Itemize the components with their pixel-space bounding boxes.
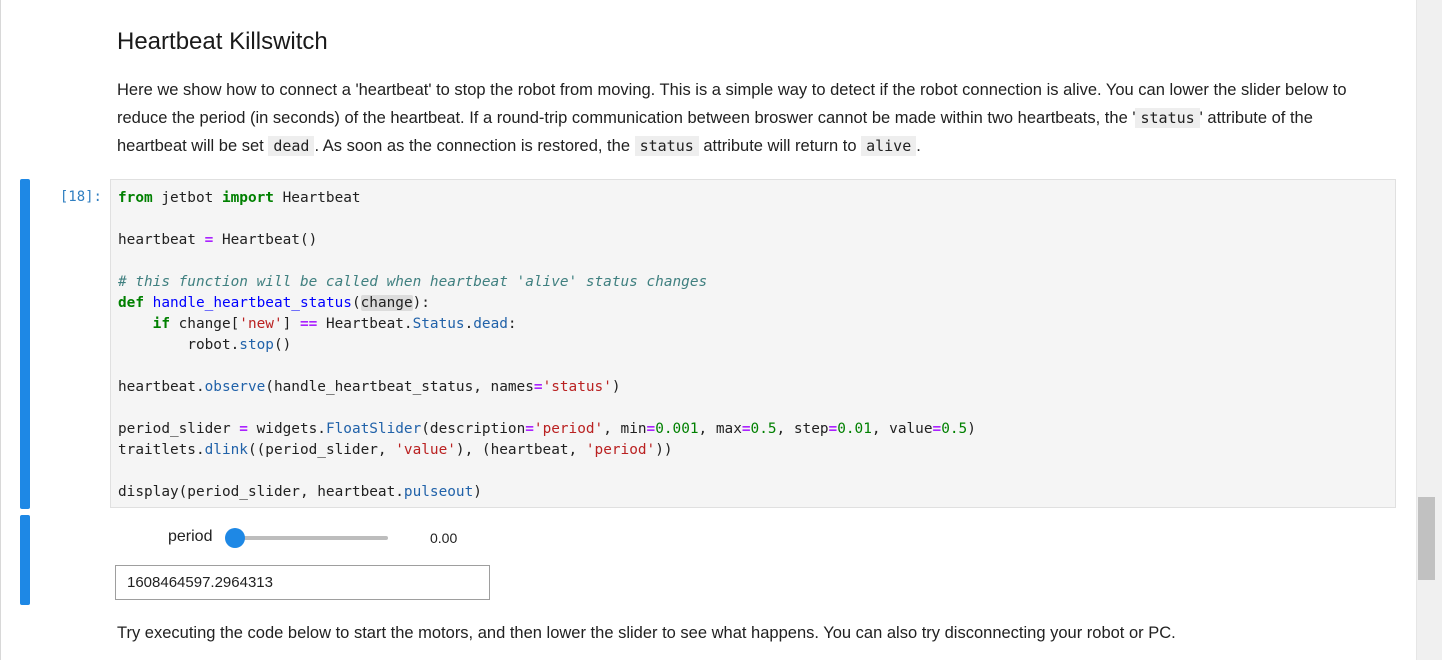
code-token: Heartbeat() <box>213 232 318 248</box>
code-token: change[ <box>169 316 240 332</box>
cell-execution-prompt: [18]: <box>59 189 102 205</box>
code-token: 0.5 <box>750 421 777 437</box>
code-token: heartbeat. <box>118 379 205 395</box>
code-token: ((period_slider, <box>247 442 396 458</box>
code-token: Status <box>412 316 465 332</box>
code-token: , step <box>776 421 829 437</box>
code-token: pulseout <box>403 484 474 500</box>
code-token: widgets. <box>247 421 326 437</box>
code-token: 'period' <box>585 442 656 458</box>
intro-text-3: . As soon as the connection is restored,… <box>314 137 635 155</box>
code-token: display(period_slider, heartbeat. <box>118 484 404 500</box>
code-content[interactable]: from jetbot import Heartbeat heartbeat =… <box>118 188 976 503</box>
slider-label: period <box>168 528 213 545</box>
code-token: ) <box>611 379 621 395</box>
code-token: ) <box>473 484 482 500</box>
code-token: (description <box>421 421 526 437</box>
code-token: () <box>273 337 292 353</box>
code-token: period_slider <box>118 421 240 437</box>
period-slider-handle[interactable] <box>225 528 245 548</box>
code-token: jetbot <box>152 190 222 206</box>
code-token: = <box>525 421 534 437</box>
code-comment: # this function will be called when hear… <box>118 274 708 290</box>
code-token: dead <box>473 316 508 332</box>
code-token: ) <box>967 421 976 437</box>
inline-code-dead: dead <box>268 136 315 156</box>
code-token: , max <box>698 421 742 437</box>
code-token: : <box>507 316 517 332</box>
code-token: 'period' <box>533 421 604 437</box>
code-token: 'new' <box>239 316 283 332</box>
code-token: = <box>932 421 942 437</box>
code-token: , value <box>871 421 933 437</box>
code-token: stop <box>239 337 274 353</box>
code-token: = <box>828 421 838 437</box>
intro-text-5: . <box>916 137 921 155</box>
slider-value-readout: 0.00 <box>430 530 458 546</box>
code-token: Heartbeat <box>273 190 361 206</box>
inline-code-status: status <box>1135 108 1200 128</box>
code-token: ] <box>282 316 300 332</box>
code-token: dlink <box>204 442 248 458</box>
code-token: Heartbeat. <box>317 316 413 332</box>
page-left-border <box>0 0 1 660</box>
code-token: == <box>299 316 318 332</box>
code-token: observe <box>204 379 266 395</box>
pulseout-text-output[interactable]: 1608464597.2964313 <box>115 565 490 600</box>
output-selection-bar[interactable] <box>20 515 30 605</box>
code-token: 0.5 <box>941 421 968 437</box>
code-token: )) <box>655 442 673 458</box>
code-token: = <box>239 421 248 437</box>
code-token: traitlets. <box>118 442 205 458</box>
code-token: , min <box>603 421 647 437</box>
code-token: = <box>204 232 214 248</box>
cell-selection-bar[interactable] <box>20 179 30 509</box>
code-token: (handle_heartbeat_status, names <box>265 379 534 395</box>
section-heading: Heartbeat Killswitch <box>117 28 328 55</box>
code-token: ): <box>412 295 430 311</box>
intro-text-4: attribute will return to <box>698 137 862 155</box>
code-token: FloatSlider <box>325 421 422 437</box>
code-token: = <box>646 421 656 437</box>
code-token: ( <box>351 295 361 311</box>
code-token-highlighted: change <box>360 295 413 311</box>
code-token: 'value' <box>395 442 456 458</box>
code-token: ), (heartbeat, <box>455 442 586 458</box>
code-token: 'status' <box>542 379 612 395</box>
inline-code-alive: alive <box>861 136 917 156</box>
code-token: robot. <box>187 337 240 353</box>
code-token: 0.001 <box>655 421 699 437</box>
code-token: . <box>464 316 474 332</box>
code-token: heartbeat <box>118 232 205 248</box>
code-token: handle_heartbeat_status <box>152 295 352 311</box>
code-token: if <box>152 316 170 332</box>
code-token: = <box>741 421 751 437</box>
inline-code-status-2: status <box>634 136 699 156</box>
intro-paragraph: Here we show how to connect a 'heartbeat… <box>117 76 1387 160</box>
code-token: from <box>118 190 153 206</box>
code-token: def <box>118 295 144 311</box>
outro-paragraph: Try executing the code below to start th… <box>117 624 1176 642</box>
code-token: import <box>221 190 274 206</box>
scrollbar-thumb[interactable] <box>1418 497 1435 580</box>
code-token: 0.01 <box>837 421 872 437</box>
code-token: = <box>533 379 543 395</box>
period-slider-track[interactable] <box>235 536 388 540</box>
